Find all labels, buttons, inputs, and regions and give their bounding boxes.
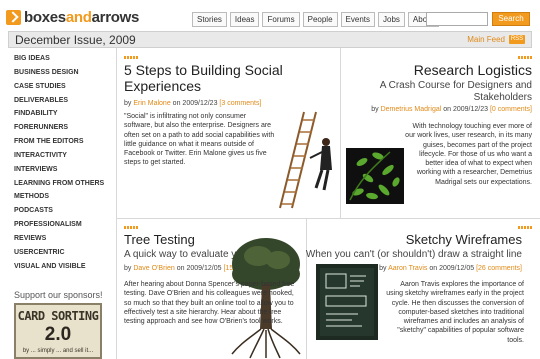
sidebar-item-podcasts[interactable]: PODCASTS <box>8 204 114 218</box>
column-divider-bottom <box>306 218 307 359</box>
top-nav: Stories Ideas Forums People Events Jobs … <box>192 12 439 27</box>
article-2-meta: by Demetrius Madrigal on 2009/12/23 [0 c… <box>371 106 532 113</box>
nav-jobs[interactable]: Jobs <box>378 12 405 27</box>
issue-bar: December Issue, 2009 Main Feed RSS <box>8 31 532 48</box>
row-divider <box>116 218 540 219</box>
article-2-subtitle: A Crash Course for Designers and Stakeho… <box>379 80 532 103</box>
chalkboard-sketch-image <box>316 264 378 340</box>
logo-text: boxesandarrows <box>24 9 140 26</box>
rss-icon[interactable]: RSS <box>509 35 525 44</box>
sidebar-item-interviews[interactable]: INTERVIEWS <box>8 163 114 177</box>
research-vines-image <box>346 148 404 204</box>
search-button[interactable]: Search <box>492 12 530 26</box>
ad-line-3: by ... simply ... and sell it... <box>22 348 94 354</box>
sidebar-item-from-the-editors[interactable]: FROM THE EDITORS <box>8 135 114 149</box>
sidebar-item-learning-from-others[interactable]: LEARNING FROM OTHERS <box>8 177 114 191</box>
sidebar-item-big-ideas[interactable]: BIG IDEAS <box>8 52 114 66</box>
sidebar-item-findability[interactable]: FINDABILITY <box>8 107 114 121</box>
nav-stories[interactable]: Stories <box>192 12 227 27</box>
article-2-comments[interactable]: [0 comments] <box>490 106 532 113</box>
search-input[interactable] <box>426 12 488 26</box>
article-dots-1 <box>124 56 138 59</box>
sidebar-item-interactivity[interactable]: INTERACTIVITY <box>8 149 114 163</box>
sidebar-item-professionalism[interactable]: PROFESSIONALISM <box>8 218 114 232</box>
article-4-title[interactable]: Sketchy Wireframes <box>312 232 522 248</box>
sidebar-item-usercentric[interactable]: USERCENTRIC <box>8 246 114 260</box>
article-3-author[interactable]: Dave O'Brien <box>133 265 174 272</box>
nav-events[interactable]: Events <box>340 12 375 27</box>
article-2-title[interactable]: Research Logistics <box>348 62 532 78</box>
sidebar-item-business-design[interactable]: BUSINESS DESIGN <box>8 66 114 80</box>
nav-forums[interactable]: Forums <box>262 12 300 27</box>
sidebar-item-case-studies[interactable]: CASE STUDIES <box>8 80 114 94</box>
article-1-meta: by Erin Malone on 2009/12/23 [3 comments… <box>124 100 262 107</box>
sidebar-item-methods[interactable]: METHODS <box>8 190 114 204</box>
ad-line-1: CARD SORTING <box>17 309 99 323</box>
article-2-author[interactable]: Demetrius Madrigal <box>381 106 442 113</box>
sidebar-item-forerunners[interactable]: FORERUNNERS <box>8 121 114 135</box>
sidebar-item-visual-and-visible[interactable]: VISUAL AND VISIBLE <box>8 260 114 274</box>
logo-arrow-icon <box>6 10 21 25</box>
sidebar-item-deliverables[interactable]: DELIVERABLES <box>8 94 114 108</box>
sidebar-divider <box>116 48 117 359</box>
nav-people[interactable]: People <box>302 12 338 27</box>
article-4-subtitle: When you can't (or shouldn't) draw a str… <box>305 249 522 260</box>
sponsors-heading: Support our sponsors! <box>14 290 103 300</box>
ladder-businesswoman-image <box>279 111 332 209</box>
article-3-body: After hearing about Donna Spencer's pape… <box>124 281 295 326</box>
article-dots-3 <box>124 226 138 229</box>
article-4-comments[interactable]: [26 comments] <box>476 265 522 272</box>
article-dots-2 <box>518 56 532 59</box>
article-2-body: With technology touching ever more of ou… <box>405 123 532 186</box>
article-4-author[interactable]: Aaron Travis <box>388 265 427 272</box>
article-4-meta: by Aaron Travis on 2009/12/05 [26 commen… <box>379 265 522 272</box>
article-1-body: "Social" is infiltrating not only consum… <box>124 113 275 167</box>
article-1-title[interactable]: 5 Steps to Building Social Experiences <box>124 62 334 94</box>
article-dots-4 <box>518 226 532 229</box>
main-feed-link[interactable]: Main Feed <box>467 35 505 44</box>
article-1-author[interactable]: Erin Malone <box>133 100 170 107</box>
article-4-body: Aaron Travis explores the importance of … <box>386 281 524 344</box>
nav-ideas[interactable]: Ideas <box>229 12 260 27</box>
sidebar-item-reviews[interactable]: REVIEWS <box>8 232 114 246</box>
issue-title: December Issue, 2009 <box>15 33 136 47</box>
article-1-comments[interactable]: [3 comments] <box>219 100 261 107</box>
ad-line-2: 2.0 <box>44 324 72 345</box>
sponsor-ad-card-sorting[interactable]: CARD SORTING 2.0 by ... simply ... and s… <box>14 303 102 359</box>
category-sidebar: BIG IDEAS BUSINESS DESIGN CASE STUDIES D… <box>8 52 114 274</box>
site-logo[interactable]: boxesandarrows <box>6 9 139 26</box>
